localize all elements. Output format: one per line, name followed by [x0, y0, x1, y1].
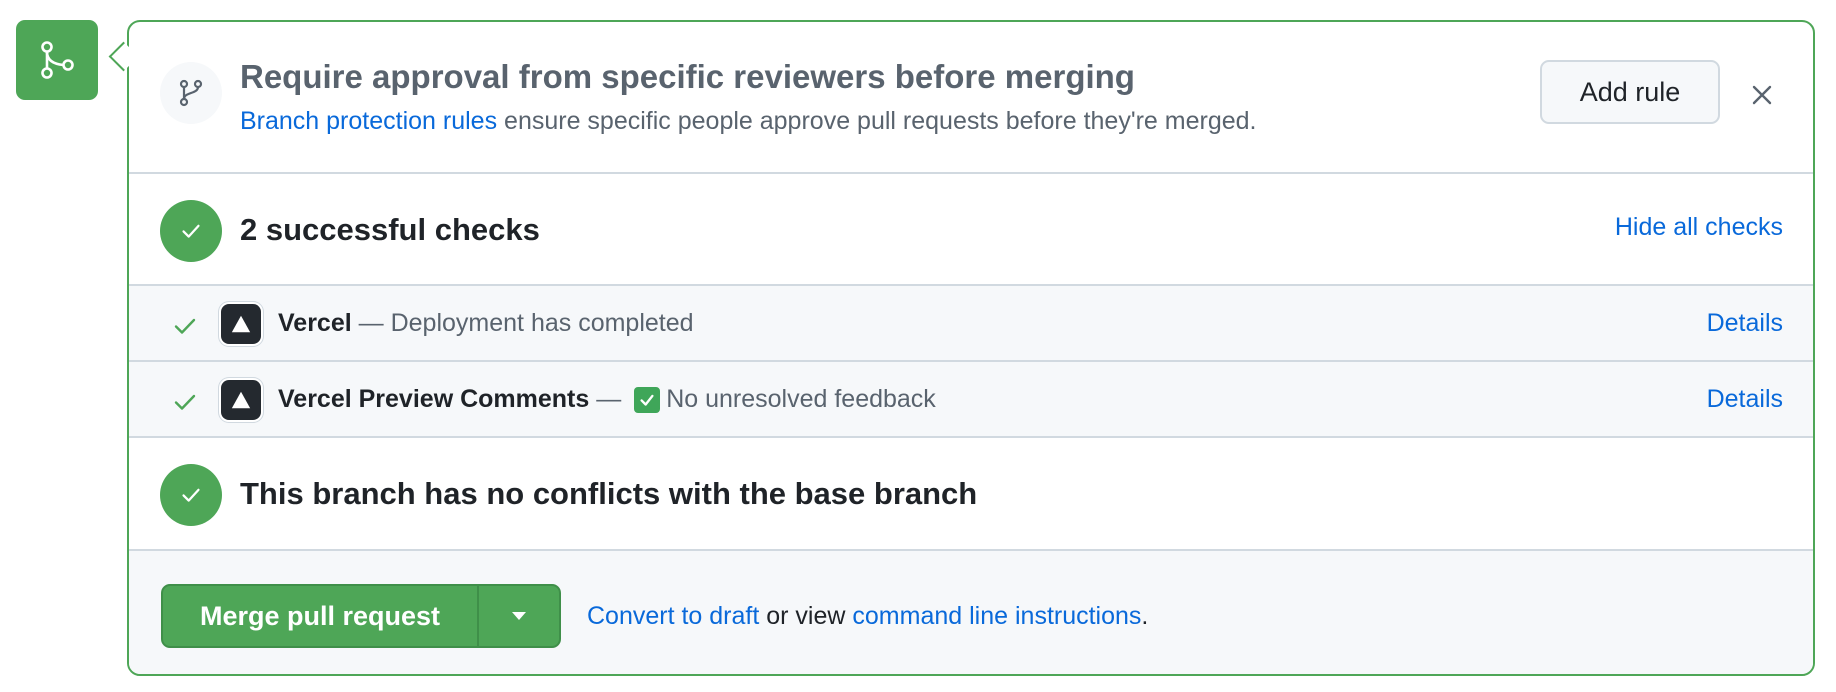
check-name: Vercel	[278, 309, 352, 337]
merge-middle-text: or view	[759, 602, 853, 630]
conflicts-title: This branch has no conflicts with the ba…	[240, 476, 978, 511]
check-separator: —	[351, 309, 391, 337]
check-row: Vercel — Deployment has completed Detail…	[129, 284, 1813, 360]
merge-status-badge	[16, 20, 98, 100]
merge-panel: Require approval from specific reviewers…	[127, 20, 1815, 676]
git-branch-icon	[160, 62, 222, 124]
check-description: Vercel — Deployment has completed	[278, 309, 694, 338]
conflicts-status: This branch has no conflicts with the ba…	[129, 436, 1813, 549]
check-status-text: No unresolved feedback	[666, 385, 936, 413]
merge-options-dropdown[interactable]	[479, 586, 559, 646]
caret-down-icon	[512, 612, 526, 620]
vercel-logo-icon	[221, 380, 261, 420]
check-separator: —	[589, 385, 629, 413]
close-icon[interactable]	[1749, 82, 1775, 108]
checks-summary-title: 2 successful checks	[240, 212, 540, 247]
check-row: Vercel Preview Comments — No unresolved …	[129, 360, 1813, 436]
check-status-text: Deployment has completed	[390, 309, 694, 337]
details-link[interactable]: Details	[1707, 309, 1783, 338]
approval-description-text: ensure specific people approve pull requ…	[497, 107, 1257, 135]
merge-button-group: Merge pull request	[161, 584, 561, 648]
approval-suggestion: Require approval from specific reviewers…	[129, 22, 1813, 172]
check-mark-emoji-icon	[634, 386, 661, 413]
merge-alternatives: Convert to draft or view command line in…	[587, 602, 1148, 631]
approval-description: Branch protection rules ensure specific …	[240, 107, 1256, 136]
check-icon	[174, 318, 196, 334]
merge-pull-request-button[interactable]: Merge pull request	[163, 586, 479, 646]
merge-footer: Merge pull request Convert to draft or v…	[129, 549, 1813, 674]
merge-box: Require approval from specific reviewers…	[0, 0, 1836, 692]
success-check-icon	[160, 464, 222, 526]
command-line-instructions-link[interactable]: command line instructions	[852, 602, 1141, 630]
hide-all-checks-link[interactable]: Hide all checks	[1615, 213, 1783, 242]
merge-end-text: .	[1141, 602, 1149, 630]
add-rule-button[interactable]: Add rule	[1540, 60, 1720, 124]
check-name: Vercel Preview Comments	[278, 385, 590, 413]
check-description: Vercel Preview Comments — No unresolved …	[278, 385, 936, 414]
checks-summary: 2 successful checks Hide all checks	[129, 172, 1813, 284]
details-link[interactable]: Details	[1707, 385, 1783, 414]
vercel-logo-icon	[221, 304, 261, 344]
convert-to-draft-link[interactable]: Convert to draft	[587, 602, 759, 630]
branch-protection-rules-link[interactable]: Branch protection rules	[240, 107, 497, 135]
check-icon	[174, 394, 196, 410]
success-check-icon	[160, 200, 222, 262]
approval-title: Require approval from specific reviewers…	[240, 58, 1135, 95]
git-merge-icon	[41, 41, 74, 79]
